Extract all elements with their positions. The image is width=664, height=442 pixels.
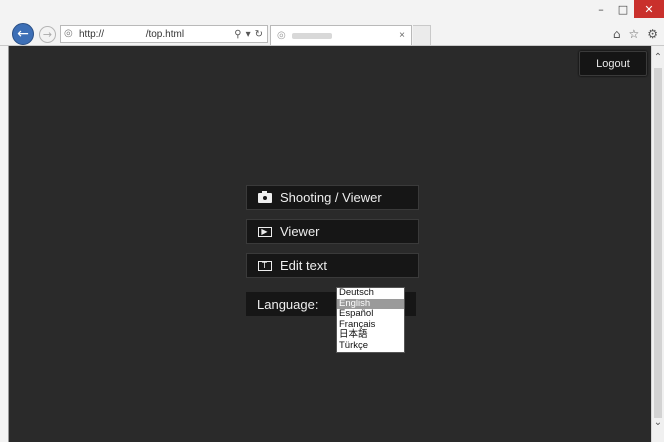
new-tab-button[interactable] (413, 25, 431, 45)
address-url[interactable]: http:// /top.html (79, 29, 234, 40)
page-globe-icon: ◎ (64, 28, 73, 39)
camera-icon (257, 190, 272, 203)
viewer-button[interactable]: ▶ Viewer (246, 219, 419, 244)
tab-title (292, 32, 332, 39)
logout-button[interactable]: Logout (579, 51, 647, 76)
window-controls: – □ ✕ (590, 0, 664, 18)
forward-button[interactable]: → (39, 26, 56, 43)
language-option[interactable]: Deutsch (337, 287, 404, 299)
edit-text-label: Edit text (280, 258, 327, 273)
vertical-scrollbar[interactable]: ⌃ ⌄ (651, 46, 664, 442)
browser-chrome: – □ ✕ ← → ◎ http:// /top.html ⚲ ▾ ↻ ◎ × … (0, 0, 664, 46)
language-label: Language: (257, 296, 319, 312)
back-button[interactable]: ← (12, 23, 34, 45)
language-option[interactable]: Türkçe (337, 340, 404, 352)
shooting-viewer-button[interactable]: Shooting / Viewer (246, 185, 419, 210)
address-actions: ⚲ ▾ ↻ (234, 29, 263, 40)
dropdown-icon[interactable]: ▾ (246, 29, 251, 40)
viewer-label: Viewer (280, 224, 320, 239)
home-icon[interactable]: ⌂ (613, 27, 621, 41)
shooting-viewer-label: Shooting / Viewer (280, 190, 382, 205)
close-window-button[interactable]: ✕ (634, 0, 664, 18)
refresh-icon[interactable]: ↻ (255, 29, 263, 40)
settings-icon[interactable]: ⚙ (647, 27, 658, 41)
page-content (9, 46, 651, 442)
play-icon: ▶ (257, 226, 272, 237)
scroll-down-icon[interactable]: ⌄ (652, 417, 664, 428)
tab-favicon-icon: ◎ (277, 30, 286, 41)
text-icon: T (257, 260, 272, 271)
forward-arrow-icon: → (42, 28, 53, 41)
tab-close-button[interactable]: × (399, 30, 405, 41)
scroll-up-icon[interactable]: ⌃ (652, 52, 664, 63)
favorites-icon[interactable]: ☆ (628, 27, 639, 41)
window-left-edge (0, 46, 9, 442)
maximize-button[interactable]: □ (612, 0, 634, 18)
minimize-button[interactable]: – (590, 0, 612, 18)
back-arrow-icon: ← (17, 26, 29, 42)
address-bar[interactable]: ◎ http:// /top.html ⚲ ▾ ↻ (60, 25, 268, 43)
scrollbar-thumb[interactable] (654, 68, 662, 418)
toolbar-icons: ⌂ ☆ ⚙ (613, 27, 658, 41)
search-icon[interactable]: ⚲ (234, 29, 241, 40)
language-dropdown-list[interactable]: Deutsch English Español Français 日本語 Tür… (336, 287, 405, 353)
edit-text-button[interactable]: T Edit text (246, 253, 419, 278)
browser-tab[interactable]: ◎ × (270, 25, 412, 45)
